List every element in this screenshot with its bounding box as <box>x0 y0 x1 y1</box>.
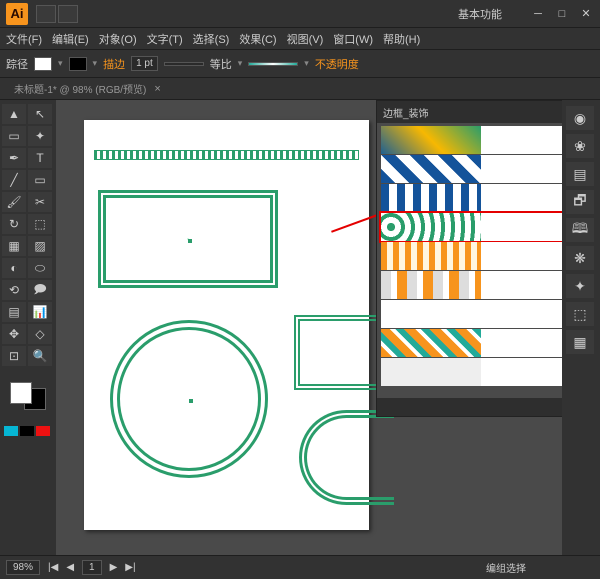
shape-builder-tool[interactable]: ◐ <box>2 258 26 278</box>
stroke-label[interactable]: 描边 <box>103 56 125 72</box>
control-bar: 踪径 ▾ ▾ 描边 1 pt 等比 ▾ ▾ 不透明度 <box>0 50 600 78</box>
nav-first-icon[interactable]: |◀ <box>48 562 58 573</box>
paintbrush-tool[interactable]: 🖌 <box>2 192 26 212</box>
brush-item[interactable] <box>381 329 562 357</box>
nav-next-icon[interactable]: ▶ <box>110 562 118 573</box>
ornament-line[interactable] <box>94 150 359 160</box>
dock-swatches-icon[interactable]: ▤ <box>566 162 594 186</box>
lasso-tool[interactable]: ✦ <box>28 126 52 146</box>
opacity-label[interactable]: 不透明度 <box>315 56 359 72</box>
uniform-label: 等比 <box>210 56 232 72</box>
stroke-weight-input[interactable]: 1 pt <box>131 56 158 71</box>
dock-symbols-icon[interactable]: 🕮 <box>566 218 594 242</box>
tab-close-icon[interactable]: × <box>154 83 160 95</box>
brush-definition[interactable] <box>248 62 298 66</box>
perspective-tool[interactable]: ⬭ <box>28 258 52 278</box>
dock-gradient-icon[interactable]: ✦ <box>566 274 594 298</box>
ornament-rectangle-1[interactable] <box>98 190 278 288</box>
brush-item[interactable] <box>381 358 562 386</box>
menu-file[interactable]: 文件(F) <box>6 31 42 47</box>
selection-tool[interactable]: ▲ <box>2 104 26 124</box>
gradient-tool[interactable]: 🗩 <box>28 280 52 300</box>
ornament-half-circle[interactable] <box>299 410 394 505</box>
brush-item-selected[interactable] <box>381 213 562 241</box>
menu-type[interactable]: 文字(T) <box>147 31 183 47</box>
pen-tool[interactable]: ✒ <box>2 148 26 168</box>
menu-select[interactable]: 选择(S) <box>193 31 230 47</box>
ornament-rectangle-2[interactable] <box>294 315 384 390</box>
brush-item[interactable] <box>381 184 562 212</box>
profile-dropdown[interactable] <box>164 62 204 66</box>
maximize-button[interactable]: □ <box>554 8 570 20</box>
free-transform-tool[interactable]: ▨ <box>28 236 52 256</box>
artboard-number[interactable]: 1 <box>82 560 102 575</box>
rotate-tool[interactable]: ↻ <box>2 214 26 234</box>
menu-help[interactable]: 帮助(H) <box>383 31 420 47</box>
menu-edit[interactable]: 编辑(E) <box>52 31 89 47</box>
magic-wand-tool[interactable]: ▭ <box>2 126 26 146</box>
dock-color-guide-icon[interactable]: ❀ <box>566 134 594 158</box>
fill-swatch[interactable] <box>34 57 52 71</box>
app-logo: Ai <box>6 3 28 25</box>
brush-item[interactable] <box>381 271 562 299</box>
fill-dropdown-icon[interactable]: ▾ <box>58 58 63 69</box>
direct-selection-tool[interactable]: ↖ <box>28 104 52 124</box>
dock-brushes-icon[interactable]: 🗗 <box>566 190 594 214</box>
hand-tool[interactable]: ⊡ <box>2 346 26 366</box>
eyedropper-tool[interactable]: ▤ <box>2 302 26 322</box>
zoom-tool[interactable]: 🔍 <box>28 346 52 366</box>
toolbox: ▲↖ ▭✦ ✒T ╱▭ 🖌✂ ↻⬚ ▦▨ ◐⬭ ⟲🗩 ▤📊 ✥◇ ⊡🔍 <box>0 100 56 555</box>
stroke-swatch[interactable] <box>69 57 87 71</box>
brush-item[interactable] <box>381 126 562 154</box>
scissors-tool[interactable]: ✂ <box>28 192 52 212</box>
dock-color-icon[interactable]: ◉ <box>566 106 594 130</box>
fill-color-swatch[interactable] <box>10 382 32 404</box>
stroke-dropdown-icon[interactable]: ▾ <box>93 58 98 69</box>
color-red[interactable] <box>36 426 50 436</box>
color-cyan[interactable] <box>4 426 18 436</box>
type-tool[interactable]: T <box>28 148 52 168</box>
panel-footer <box>377 398 562 416</box>
brush-item[interactable] <box>381 300 562 328</box>
graph-tool[interactable]: 📊 <box>28 302 52 322</box>
dock-transparency-icon[interactable]: ⬚ <box>566 302 594 326</box>
menu-window[interactable]: 窗口(W) <box>333 31 373 47</box>
scale-tool[interactable]: ⬚ <box>28 214 52 234</box>
mesh-tool[interactable]: ⟲ <box>2 280 26 300</box>
minimize-button[interactable]: ─ <box>530 8 546 20</box>
dock-stroke-icon[interactable]: ❋ <box>566 246 594 270</box>
panel-title: 边框_装饰 <box>383 105 429 120</box>
nav-prev-icon[interactable]: ◀ <box>66 562 74 573</box>
artboard-tool[interactable]: ✥ <box>2 324 26 344</box>
menu-view[interactable]: 视图(V) <box>287 31 324 47</box>
workspace-switcher[interactable]: 基本功能 <box>458 6 502 22</box>
color-black[interactable] <box>20 426 34 436</box>
title-arrange-button[interactable] <box>58 5 78 23</box>
brush-item[interactable] <box>381 242 562 270</box>
close-button[interactable]: ✕ <box>578 7 594 20</box>
artboard[interactable] <box>84 120 369 530</box>
title-bridge-button[interactable] <box>36 5 56 23</box>
ornament-circle[interactable] <box>110 320 268 478</box>
line-tool[interactable]: ╱ <box>2 170 26 190</box>
zoom-level[interactable]: 98% <box>6 560 40 575</box>
slice-tool[interactable]: ◇ <box>28 324 52 344</box>
control-path-label: 踪径 <box>6 56 28 72</box>
brushes-panel: 边框_装饰 ▾ <box>376 100 562 417</box>
dock-appearance-icon[interactable]: ▦ <box>566 330 594 354</box>
brush-item[interactable] <box>381 155 562 183</box>
canvas[interactable]: 边框_装饰 ▾ <box>56 100 562 555</box>
menu-effect[interactable]: 效果(C) <box>239 31 276 47</box>
width-tool[interactable]: ▦ <box>2 236 26 256</box>
document-tab[interactable]: 未标题-1* @ 98% (RGB/预览) <box>6 81 154 96</box>
nav-last-icon[interactable]: ▶| <box>125 562 135 573</box>
right-dock: ◉ ❀ ▤ 🗗 🕮 ❋ ✦ ⬚ ▦ <box>562 100 600 555</box>
menu-object[interactable]: 对象(O) <box>99 31 137 47</box>
brush-list[interactable] <box>377 123 562 398</box>
rectangle-tool[interactable]: ▭ <box>28 170 52 190</box>
menu-bar: 文件(F) 编辑(E) 对象(O) 文字(T) 选择(S) 效果(C) 视图(V… <box>0 28 600 50</box>
selection-status: 编组选择 <box>486 560 526 575</box>
